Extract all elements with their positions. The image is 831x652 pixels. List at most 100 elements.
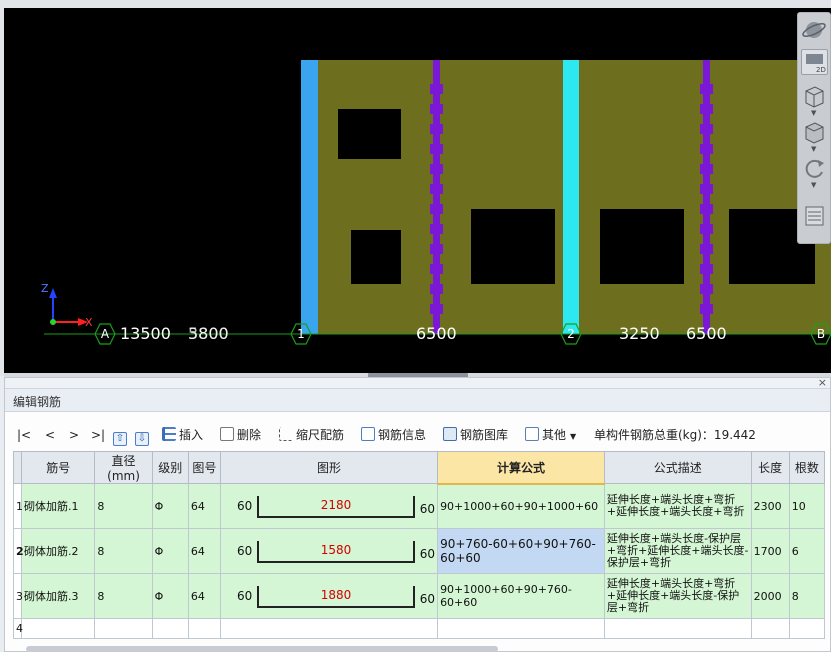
column-header[interactable]: 公式描述 <box>603 451 752 484</box>
panel-title-bar: 编辑钢筋 <box>5 388 830 412</box>
empty-cell[interactable] <box>21 618 96 639</box>
insert-button[interactable]: 插入 <box>162 426 203 444</box>
empty-cell[interactable] <box>437 618 605 639</box>
empty-cell[interactable] <box>788 618 826 639</box>
model-viewport[interactable]: Z X A 1 2 B 13500 3800 5800 6500 3250 65… <box>0 0 831 376</box>
count-cell[interactable]: 8 <box>788 573 826 619</box>
length-cell[interactable]: 1700 <box>750 528 790 574</box>
dimension-text: 3250 <box>619 324 660 343</box>
row-number[interactable]: 4 <box>12 618 23 639</box>
length-cell[interactable]: 2000 <box>750 573 790 619</box>
wall-opening <box>471 209 555 284</box>
formula-desc-cell[interactable]: 延伸长度+端头长度+弯折+延伸长度+端头长度-保护层+弯折 <box>603 573 752 619</box>
column-header[interactable]: 直径(mm) <box>94 451 153 484</box>
span-value[interactable]: 1580 <box>259 543 413 557</box>
chevron-down-icon[interactable]: ▼ <box>811 109 816 117</box>
move-down-button[interactable]: ⇩ <box>135 426 152 446</box>
dimension-text: 6500 <box>416 324 457 343</box>
bar-name-cell[interactable]: 砌体加筋.1 <box>21 483 96 529</box>
empty-cell[interactable] <box>219 618 439 639</box>
formula-desc-cell[interactable]: 延伸长度+端头长度-保护层+弯折+延伸长度+端头长度-保护层+弯折 <box>603 528 752 574</box>
column-header[interactable]: 级别 <box>151 451 189 484</box>
diameter-cell[interactable]: 8 <box>94 528 153 574</box>
other-dropdown[interactable]: 其他 ▼ <box>525 426 576 444</box>
scale-rebar-button[interactable]: 缩尺配筋 <box>279 426 344 444</box>
chevron-down-icon[interactable]: ▼ <box>811 181 816 189</box>
grade-cell[interactable]: Φ <box>151 483 189 529</box>
nav-first-button[interactable]: |< <box>17 426 31 444</box>
shape-cell[interactable]: 60 1580 60 <box>219 528 439 574</box>
shape-number-cell[interactable]: 64 <box>187 483 222 529</box>
wall-opening <box>338 109 401 159</box>
table-row-empty[interactable]: 4 <box>12 618 826 639</box>
nav-last-button[interactable]: >| <box>91 426 105 444</box>
span-value[interactable]: 2180 <box>259 498 413 512</box>
column-header[interactable]: 筋号 <box>21 451 96 484</box>
column-header[interactable]: 图号 <box>187 451 222 484</box>
shape-cell[interactable]: 60 1880 60 <box>219 573 439 619</box>
model-drawing <box>44 60 831 345</box>
hook-left-value: 60 <box>237 499 253 513</box>
length-cell[interactable]: 2300 <box>750 483 790 529</box>
layers-icon[interactable] <box>801 203 828 229</box>
view-2d-icon[interactable]: 2D <box>801 49 828 75</box>
diameter-cell[interactable]: 8 <box>94 573 153 619</box>
grade-cell[interactable]: Φ <box>151 573 189 619</box>
column-header[interactable]: 长度 <box>750 451 790 484</box>
delete-icon <box>220 427 234 441</box>
formula-cell[interactable]: 90+1000+60+90+1000+60 <box>437 483 605 529</box>
formula-cell[interactable]: 90+1000+60+90+760-60+60 <box>437 573 605 619</box>
column-header[interactable]: 图形 <box>219 451 439 484</box>
span-value[interactable]: 1880 <box>259 588 413 602</box>
hook-right-value: 60 <box>419 592 436 606</box>
table-row[interactable]: 2 砌体加筋.2 8 Φ 64 60 1580 60 90+760-60+60+… <box>12 528 826 574</box>
table-row[interactable]: 3 砌体加筋.3 8 Φ 64 60 1880 60 90+1000+60+90… <box>12 573 826 619</box>
empty-cell[interactable] <box>151 618 189 639</box>
shape-number-cell[interactable]: 64 <box>187 573 222 619</box>
count-cell[interactable]: 6 <box>788 528 826 574</box>
rotate-icon[interactable] <box>801 155 828 181</box>
view-box-icon[interactable] <box>801 119 828 145</box>
shape-number-cell[interactable]: 64 <box>187 528 222 574</box>
svg-text:2D: 2D <box>816 66 826 74</box>
column-header[interactable]: 根数 <box>788 451 826 484</box>
rebar-shape-icon: 2180 <box>257 496 416 518</box>
table-row[interactable]: 1 砌体加筋.1 8 Φ 64 60 2180 60 90+1000+60+90… <box>12 483 826 529</box>
bar-name-cell[interactable]: 砌体加筋.3 <box>21 573 96 619</box>
horizontal-scrollbar[interactable] <box>26 646 498 652</box>
other-label: 其他 <box>542 428 567 442</box>
empty-cell[interactable] <box>187 618 222 639</box>
3d-canvas[interactable]: Z X A 1 2 B 13500 3800 5800 6500 3250 65… <box>4 8 831 373</box>
empty-cell[interactable] <box>603 618 752 639</box>
dimension-text: 5800 <box>188 324 229 343</box>
rebar-info-button[interactable]: 钢筋信息 <box>361 426 426 444</box>
delete-button[interactable]: 删除 <box>220 426 261 444</box>
row-number[interactable]: 1 <box>12 483 23 529</box>
empty-cell[interactable] <box>750 618 790 639</box>
rebar-library-button[interactable]: 钢筋图库 <box>443 426 508 444</box>
grade-cell[interactable]: Φ <box>151 528 189 574</box>
document-icon <box>361 427 375 441</box>
x-axis-label: X <box>85 316 93 329</box>
diameter-cell[interactable]: 8 <box>94 483 153 529</box>
rebar-shape-icon: 1880 <box>257 586 416 608</box>
orbit-icon[interactable] <box>801 17 828 43</box>
column-header[interactable]: 计算公式 <box>437 451 605 485</box>
table-header-row: 筋号 直径(mm) 级别 图号 图形 计算公式 公式描述 长度 根数 <box>12 451 826 485</box>
view-3d-cube-icon[interactable] <box>801 83 828 109</box>
column-blue <box>301 60 318 334</box>
row-number[interactable]: 2 <box>12 528 24 574</box>
formula-cell-selected[interactable]: 90+760-60+60+90+760-60+60 <box>437 528 605 574</box>
move-up-button[interactable]: ⇧ <box>113 426 130 446</box>
nav-prev-button[interactable]: < <box>45 426 55 444</box>
row-number[interactable]: 3 <box>12 573 23 619</box>
axis-bubble-label: B <box>816 327 826 341</box>
shape-cell[interactable]: 60 2180 60 <box>219 483 439 529</box>
chevron-down-icon[interactable]: ▼ <box>811 145 816 153</box>
bar-name-cell[interactable]: 砌体加筋.2 <box>21 528 96 574</box>
empty-cell[interactable] <box>94 618 153 639</box>
formula-desc-cell[interactable]: 延伸长度+端头长度+弯折+延伸长度+端头长度+弯折 <box>603 483 752 529</box>
nav-next-button[interactable]: > <box>69 426 79 444</box>
count-cell[interactable]: 10 <box>788 483 826 529</box>
insert-label: 插入 <box>179 428 204 442</box>
